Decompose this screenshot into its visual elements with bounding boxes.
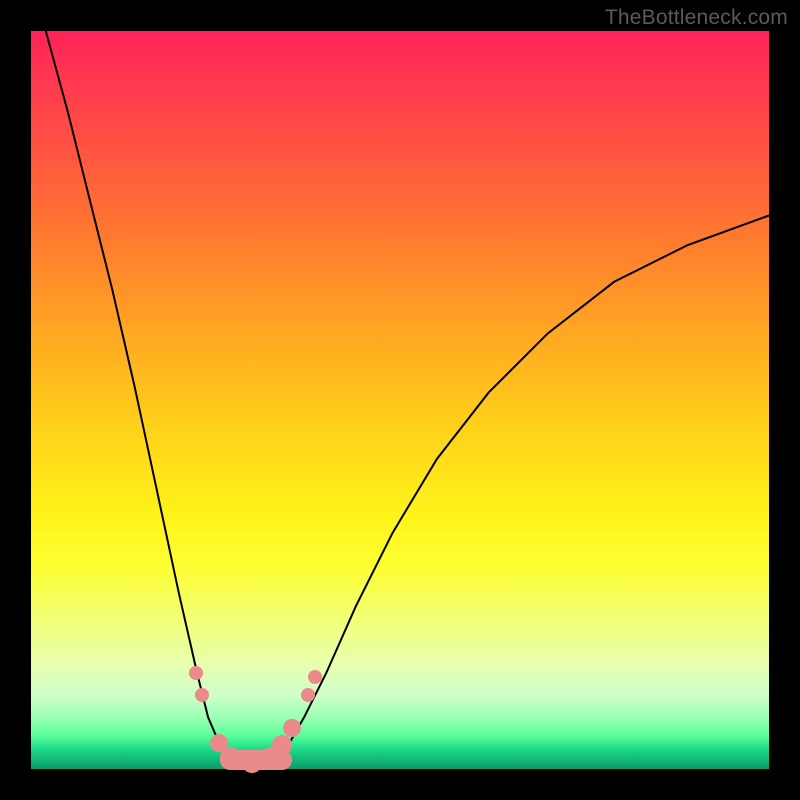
curve-marker-dot [308,670,322,684]
curve-marker-dot [301,688,315,702]
chart-frame: TheBottleneck.com [0,0,800,800]
plot-area [31,31,769,769]
curve-marker-dot [189,666,203,680]
curve-marker-dot [242,753,262,773]
curve-marker-dot [283,719,301,737]
watermark-text: TheBottleneck.com [605,6,788,30]
bottleneck-curve [31,31,769,769]
